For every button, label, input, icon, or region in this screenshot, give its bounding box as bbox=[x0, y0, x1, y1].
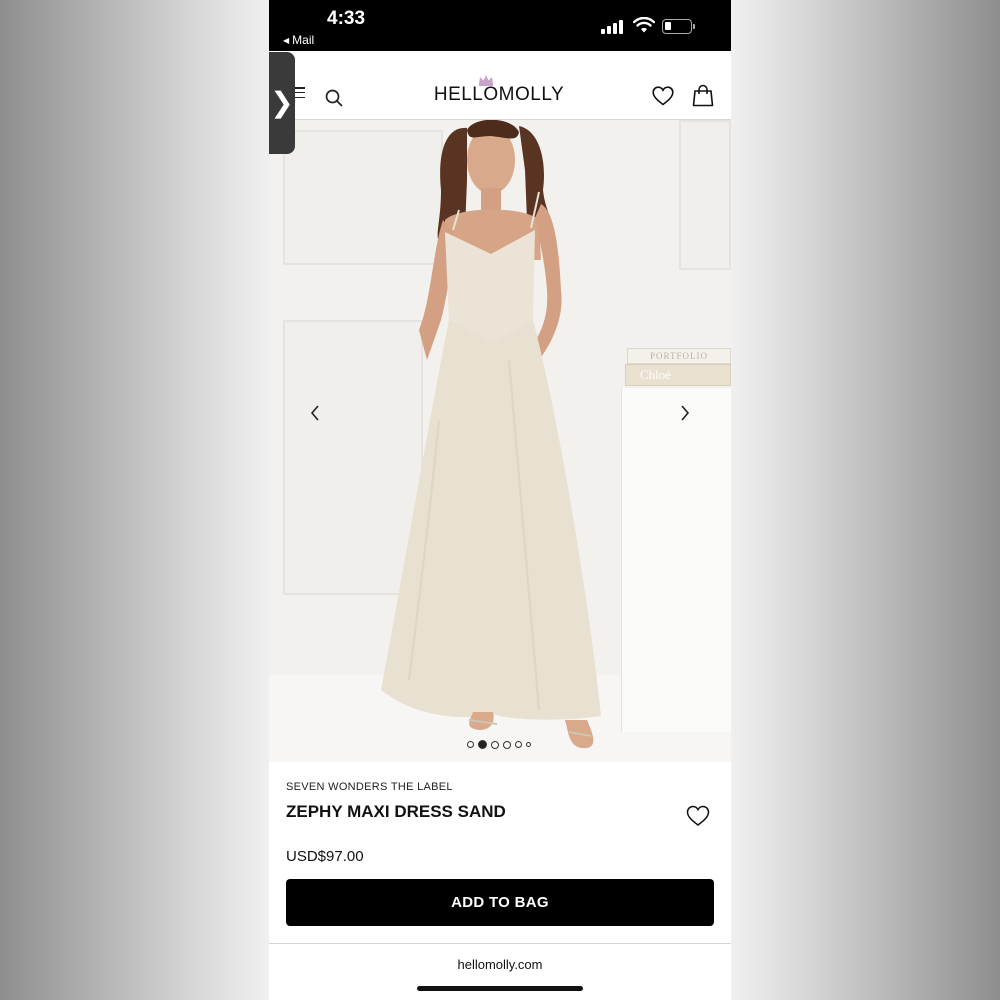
home-indicator[interactable] bbox=[417, 986, 583, 991]
status-bar: 4:33 ◀ Mail bbox=[269, 0, 731, 51]
gallery-previous-arrow[interactable] bbox=[309, 404, 321, 422]
gallery-pagination-dots[interactable] bbox=[467, 736, 535, 750]
gallery-next-arrow[interactable] bbox=[679, 404, 691, 422]
signal-icon bbox=[601, 20, 625, 34]
site-logo[interactable]: HELLOMOLLY bbox=[429, 84, 569, 106]
product-price: USD$97.00 bbox=[286, 848, 364, 865]
add-to-bag-button[interactable]: ADD TO BAG bbox=[286, 879, 714, 926]
wishlist-heart-icon[interactable] bbox=[686, 805, 710, 827]
gallery-dot[interactable] bbox=[503, 740, 511, 749]
product-brand[interactable]: SEVEN WONDERS THE LABEL bbox=[286, 781, 453, 793]
side-panel-handle[interactable]: ❯ bbox=[269, 52, 295, 154]
back-triangle-icon: ◀ bbox=[283, 36, 290, 45]
site-header: HELLOMOLLY bbox=[269, 51, 731, 120]
gallery-dot[interactable] bbox=[491, 740, 499, 749]
product-image-gallery[interactable]: PORTFOLIO Chloé bbox=[269, 120, 731, 762]
product-title: ZEPHY MAXI DRESS SAND bbox=[286, 802, 506, 821]
phone-screen: 4:33 ◀ Mail ❯ HELLOMOLLY PORTFOLIO Chloé… bbox=[269, 0, 731, 1000]
back-label: Mail bbox=[292, 33, 315, 47]
logo-text: HELLOMOLLY bbox=[433, 84, 565, 105]
back-to-mail-link[interactable]: ◀ Mail bbox=[283, 33, 314, 47]
url-text[interactable]: hellomolly.com bbox=[269, 957, 731, 972]
heart-icon[interactable] bbox=[652, 86, 674, 106]
browser-address-bar[interactable]: hellomolly.com bbox=[269, 943, 731, 1000]
battery-fill bbox=[665, 22, 671, 30]
wifi-icon bbox=[633, 17, 655, 33]
status-time: 4:33 bbox=[327, 8, 366, 29]
battery-tip bbox=[693, 24, 695, 29]
search-icon[interactable] bbox=[325, 89, 343, 107]
product-photo bbox=[381, 120, 601, 749]
bag-icon[interactable] bbox=[692, 84, 714, 107]
battery-icon bbox=[662, 19, 692, 34]
